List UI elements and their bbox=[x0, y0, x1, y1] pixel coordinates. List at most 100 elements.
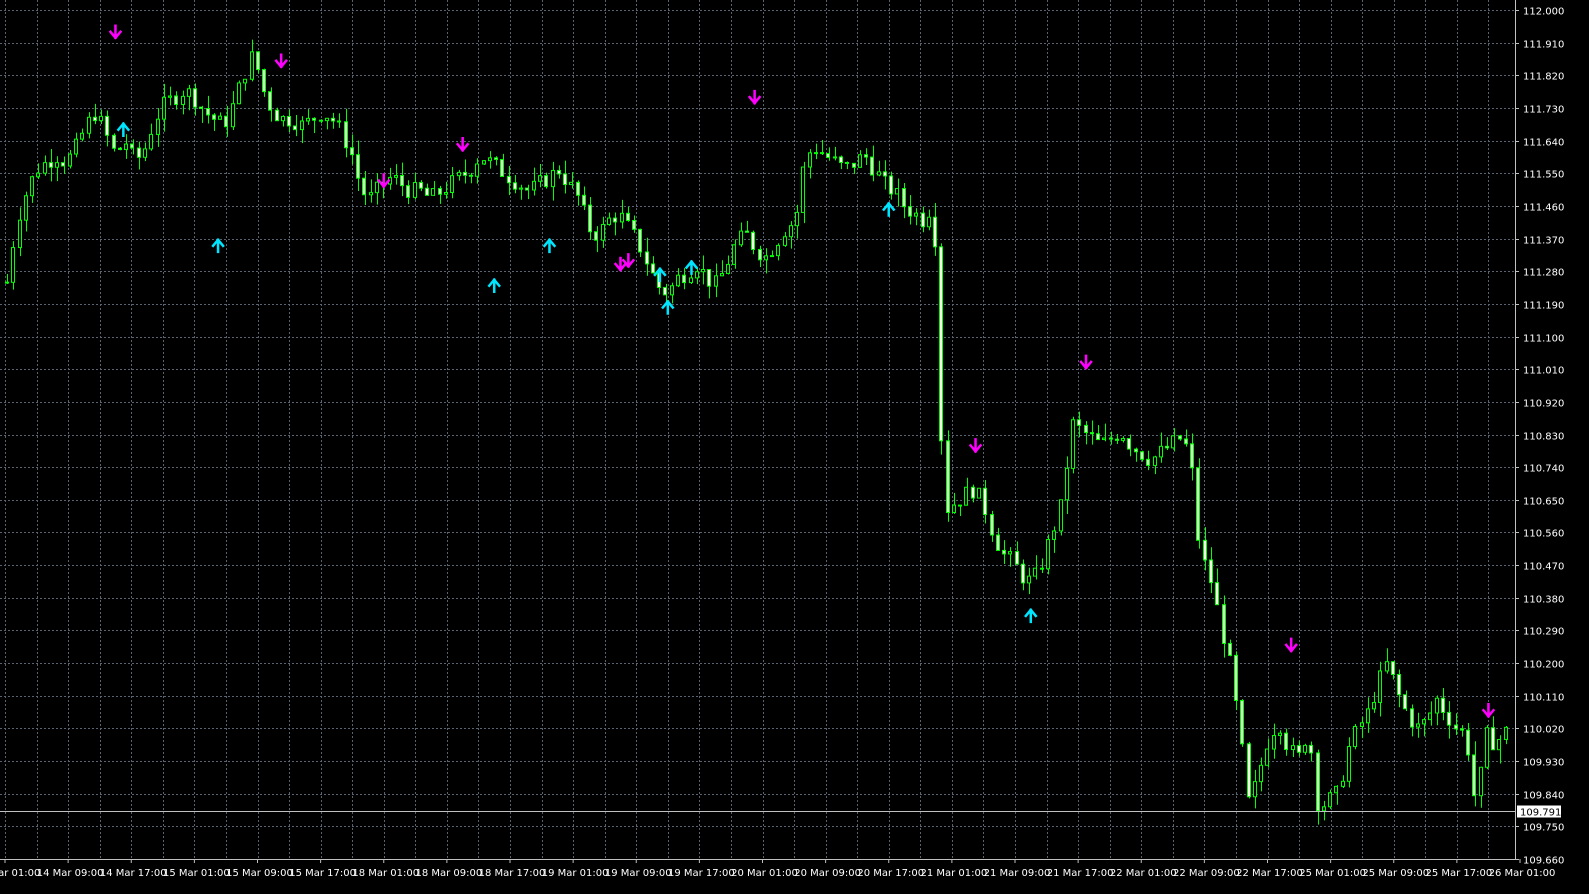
candle-body bbox=[895, 188, 899, 195]
candle-body bbox=[745, 230, 749, 233]
candle-body bbox=[1403, 694, 1407, 710]
candle-body bbox=[1040, 567, 1044, 570]
candle-body bbox=[626, 212, 630, 222]
candle-body bbox=[1015, 551, 1019, 565]
candle-body bbox=[362, 177, 366, 196]
candle-body bbox=[1253, 781, 1257, 798]
candle-body bbox=[682, 274, 686, 284]
x-tick-label: 20 Mar 17:00 bbox=[857, 868, 924, 879]
candle-body bbox=[1291, 745, 1295, 751]
candle-body bbox=[1115, 438, 1119, 441]
candle-body bbox=[1178, 435, 1182, 440]
candle-body bbox=[312, 117, 316, 121]
candle-body bbox=[344, 121, 348, 149]
y-tick-label: 110.830 bbox=[1523, 432, 1564, 443]
x-tick-label: 25 Mar 17:00 bbox=[1425, 868, 1492, 879]
candle-body bbox=[858, 154, 862, 168]
candle-body bbox=[645, 251, 649, 265]
candle-body bbox=[908, 206, 912, 217]
candle-body bbox=[400, 174, 404, 187]
candle-body bbox=[877, 171, 881, 176]
candle-body bbox=[758, 248, 762, 261]
candle-body bbox=[1008, 551, 1012, 555]
candle-body bbox=[350, 147, 354, 156]
candle-body bbox=[1422, 719, 1426, 725]
y-tick-label: 109.930 bbox=[1523, 758, 1564, 769]
candle-body bbox=[990, 514, 994, 536]
candle-body bbox=[1353, 725, 1357, 748]
candle-body bbox=[1272, 734, 1276, 750]
candle-body bbox=[1485, 727, 1489, 768]
candle-body bbox=[275, 109, 279, 122]
y-tick-label: 110.200 bbox=[1523, 660, 1564, 671]
x-tick-label: 20 Mar 09:00 bbox=[794, 868, 861, 879]
candle-body bbox=[927, 216, 931, 228]
x-tick-label: 21 Mar 01:00 bbox=[920, 868, 987, 879]
x-tick-label: 15 Mar 17:00 bbox=[289, 868, 356, 879]
candle-body bbox=[1077, 419, 1081, 426]
candle-body bbox=[112, 134, 116, 149]
candle-body bbox=[162, 96, 166, 120]
candle-body bbox=[1021, 563, 1025, 584]
candle-body bbox=[952, 504, 956, 514]
candle-body bbox=[337, 120, 341, 123]
candle-body bbox=[488, 157, 492, 162]
candle-body bbox=[914, 212, 918, 217]
candle-body bbox=[714, 275, 718, 287]
y-tick-label: 111.370 bbox=[1523, 236, 1564, 247]
y-tick-label: 111.460 bbox=[1523, 203, 1564, 214]
candle-body bbox=[1052, 530, 1056, 540]
candle-body bbox=[1328, 792, 1332, 808]
candle-body bbox=[1065, 467, 1069, 501]
y-tick-label: 109.660 bbox=[1523, 856, 1564, 867]
candle-body bbox=[394, 174, 398, 178]
candle-body bbox=[971, 486, 975, 499]
candle-body bbox=[156, 118, 160, 135]
y-tick-label: 110.380 bbox=[1523, 595, 1564, 606]
candle-body bbox=[168, 95, 172, 98]
y-tick-label: 110.920 bbox=[1523, 399, 1564, 410]
candle-body bbox=[1265, 748, 1269, 766]
candle-body bbox=[1416, 723, 1420, 728]
x-tick-label: 14 Mar 17:00 bbox=[100, 868, 167, 879]
candle-body bbox=[431, 188, 435, 196]
candle-body bbox=[1378, 670, 1382, 703]
x-tick-label: 14 Mar 09:00 bbox=[37, 868, 104, 879]
x-tick-label: 18 Mar 01:00 bbox=[352, 868, 419, 879]
candle-body bbox=[193, 88, 197, 108]
candle-body bbox=[1153, 456, 1157, 466]
candle-body bbox=[563, 173, 567, 186]
candle-body bbox=[262, 69, 266, 93]
candle-body bbox=[1497, 738, 1501, 751]
candle-body bbox=[419, 182, 423, 189]
y-tick-label: 110.740 bbox=[1523, 464, 1564, 475]
candle-body bbox=[732, 244, 736, 265]
candle-body bbox=[789, 225, 793, 238]
x-tick-label: 18 Mar 09:00 bbox=[415, 868, 482, 879]
candle-body bbox=[707, 269, 711, 287]
x-tick-label: 25 Mar 01:00 bbox=[1299, 868, 1366, 879]
candle-body bbox=[1472, 754, 1476, 797]
candle-body bbox=[99, 115, 103, 122]
candle-body bbox=[124, 143, 128, 151]
y-tick-label: 110.650 bbox=[1523, 497, 1564, 508]
candle-body bbox=[43, 162, 47, 174]
y-tick-label: 112.000 bbox=[1523, 7, 1564, 18]
y-tick-label: 110.020 bbox=[1523, 725, 1564, 736]
candle-body bbox=[1322, 806, 1326, 812]
candle-body bbox=[1146, 458, 1150, 466]
candle-body bbox=[181, 95, 185, 105]
candle-body bbox=[651, 263, 655, 274]
candle-body bbox=[826, 153, 830, 158]
candle-body bbox=[1027, 575, 1031, 584]
x-tick-label: 18 Mar 17:00 bbox=[479, 868, 546, 879]
x-tick-label: 15 Mar 01:00 bbox=[163, 868, 230, 879]
candle-body bbox=[946, 440, 950, 514]
x-tick-label: 20 Mar 01:00 bbox=[731, 868, 798, 879]
price-chart[interactable]: 112.000 111.910 111.820 111.730 111.640 111.5… bbox=[0, 0, 1589, 894]
candle-body bbox=[983, 487, 987, 516]
candle-body bbox=[118, 147, 122, 151]
candle-body bbox=[1284, 732, 1288, 751]
candle-body bbox=[1140, 451, 1144, 460]
candle-body bbox=[137, 147, 141, 158]
